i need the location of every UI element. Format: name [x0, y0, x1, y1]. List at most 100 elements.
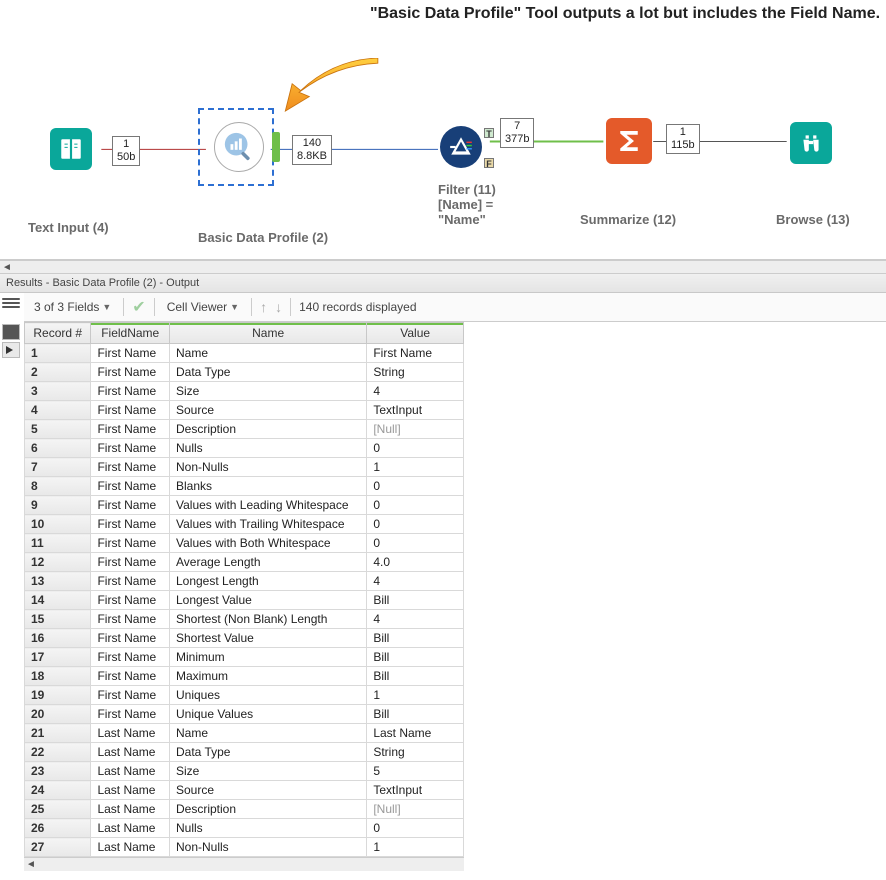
cell-fieldname: First Name: [91, 382, 170, 401]
table-row[interactable]: 5First NameDescription[Null]: [25, 420, 464, 439]
cell-fieldname: First Name: [91, 477, 170, 496]
table-row[interactable]: 15First NameShortest (Non Blank) Length4: [25, 610, 464, 629]
annotation-callout: "Basic Data Profile" Tool outputs a lot …: [370, 5, 880, 23]
cell-name: Non-Nulls: [169, 838, 366, 857]
cell-viewer-dropdown[interactable]: Cell Viewer▼: [163, 298, 243, 316]
records-displayed-label: 140 records displayed: [299, 300, 416, 314]
cell-value: 4: [367, 572, 464, 591]
table-row[interactable]: 25Last NameDescription[Null]: [25, 800, 464, 819]
magnify-chart-icon: [222, 130, 256, 164]
fields-dropdown[interactable]: 3 of 3 Fields▼: [30, 298, 115, 316]
summarize-records-badge: 1115b: [666, 124, 700, 154]
gutter-marker[interactable]: [2, 342, 20, 358]
table-row[interactable]: 17First NameMinimumBill: [25, 648, 464, 667]
table-row[interactable]: 20First NameUnique ValuesBill: [25, 705, 464, 724]
sort-up-icon[interactable]: ↑: [260, 299, 267, 315]
cell-value: Bill: [367, 648, 464, 667]
table-row[interactable]: 1First NameNameFirst Name: [25, 344, 464, 363]
cell-fieldname: Last Name: [91, 762, 170, 781]
cell-record: 16: [25, 629, 91, 648]
table-row[interactable]: 23Last NameSize5: [25, 762, 464, 781]
table-row[interactable]: 8First NameBlanks0: [25, 477, 464, 496]
table-row[interactable]: 27Last NameNon-Nulls1: [25, 838, 464, 857]
col-fieldname[interactable]: FieldName: [91, 323, 170, 344]
col-record[interactable]: Record #: [25, 323, 91, 344]
cell-fieldname: First Name: [91, 363, 170, 382]
table-row[interactable]: 18First NameMaximumBill: [25, 667, 464, 686]
filter-false-anchor[interactable]: F: [484, 158, 494, 168]
results-toolbar: 3 of 3 Fields▼ ✔ Cell Viewer▼ ↑ ↓ 140 re…: [24, 293, 886, 322]
cell-value: 5: [367, 762, 464, 781]
sigma-icon: [614, 126, 644, 156]
cell-value: [Null]: [367, 800, 464, 819]
tool-browse[interactable]: [790, 122, 832, 164]
cell-name: Longest Value: [169, 591, 366, 610]
cell-value: 4: [367, 610, 464, 629]
col-name[interactable]: Name: [169, 323, 366, 344]
cell-name: Minimum: [169, 648, 366, 667]
cell-record: 2: [25, 363, 91, 382]
table-row[interactable]: 11First NameValues with Both Whitespace0: [25, 534, 464, 553]
separator: [154, 298, 155, 316]
cell-fieldname: Last Name: [91, 743, 170, 762]
sort-down-icon[interactable]: ↓: [275, 299, 282, 315]
cell-fieldname: Last Name: [91, 800, 170, 819]
results-table[interactable]: Record # FieldName Name Value 1First Nam…: [24, 322, 464, 857]
text-input-records-badge: 150b: [112, 136, 140, 166]
cell-record: 17: [25, 648, 91, 667]
cell-name: Values with Leading Whitespace: [169, 496, 366, 515]
table-row[interactable]: 22Last NameData TypeString: [25, 743, 464, 762]
cell-value: Last Name: [367, 724, 464, 743]
scroll-left-icon[interactable]: ◄: [0, 261, 14, 275]
table-row[interactable]: 10First NameValues with Trailing Whitesp…: [25, 515, 464, 534]
table-row[interactable]: 24Last NameSourceTextInput: [25, 781, 464, 800]
table-row[interactable]: 6First NameNulls0: [25, 439, 464, 458]
table-row[interactable]: 21Last NameNameLast Name: [25, 724, 464, 743]
table-row[interactable]: 7First NameNon-Nulls1: [25, 458, 464, 477]
tool-summarize[interactable]: [606, 118, 652, 164]
table-row[interactable]: 2First NameData TypeString: [25, 363, 464, 382]
table-row[interactable]: 12First NameAverage Length4.0: [25, 553, 464, 572]
cell-fieldname: First Name: [91, 420, 170, 439]
cell-fieldname: First Name: [91, 515, 170, 534]
cell-name: Nulls: [169, 819, 366, 838]
table-row[interactable]: 13First NameLongest Length4: [25, 572, 464, 591]
cell-fieldname: First Name: [91, 705, 170, 724]
workflow-canvas[interactable]: "Basic Data Profile" Tool outputs a lot …: [0, 0, 886, 260]
apply-check-icon[interactable]: ✔: [132, 297, 145, 317]
cell-value: 4: [367, 382, 464, 401]
cell-fieldname: First Name: [91, 401, 170, 420]
table-row[interactable]: 4First NameSourceTextInput: [25, 401, 464, 420]
menu-icon[interactable]: [2, 295, 20, 311]
table-row[interactable]: 26Last NameNulls0: [25, 819, 464, 838]
output-anchor[interactable]: [272, 132, 280, 162]
cell-record: 12: [25, 553, 91, 572]
scroll-left-icon[interactable]: ◄: [24, 858, 38, 871]
tool-basic-profile-label: Basic Data Profile (2): [198, 230, 328, 245]
tool-summarize-label: Summarize (12): [580, 212, 676, 227]
book-icon: [58, 136, 84, 162]
table-row[interactable]: 19First NameUniques1: [25, 686, 464, 705]
gutter-all-records[interactable]: [2, 324, 20, 340]
tool-basic-data-profile[interactable]: [214, 122, 264, 172]
table-row[interactable]: 16First NameShortest ValueBill: [25, 629, 464, 648]
cell-record: 3: [25, 382, 91, 401]
table-row[interactable]: 9First NameValues with Leading Whitespac…: [25, 496, 464, 515]
tool-text-input[interactable]: [50, 128, 92, 170]
col-value[interactable]: Value: [367, 323, 464, 344]
cell-value: Bill: [367, 591, 464, 610]
cell-record: 22: [25, 743, 91, 762]
cell-value: 1: [367, 686, 464, 705]
cell-fieldname: First Name: [91, 610, 170, 629]
canvas-hscrollbar[interactable]: ◄: [0, 260, 886, 274]
cell-name: Size: [169, 382, 366, 401]
tool-filter[interactable]: [440, 126, 482, 168]
table-row[interactable]: 3First NameSize4: [25, 382, 464, 401]
filter-true-anchor[interactable]: T: [484, 128, 494, 138]
cell-name: Unique Values: [169, 705, 366, 724]
results-hscrollbar[interactable]: ◄: [24, 857, 464, 871]
cell-fieldname: First Name: [91, 648, 170, 667]
cell-name: Name: [169, 724, 366, 743]
table-row[interactable]: 14First NameLongest ValueBill: [25, 591, 464, 610]
cell-value: 1: [367, 838, 464, 857]
